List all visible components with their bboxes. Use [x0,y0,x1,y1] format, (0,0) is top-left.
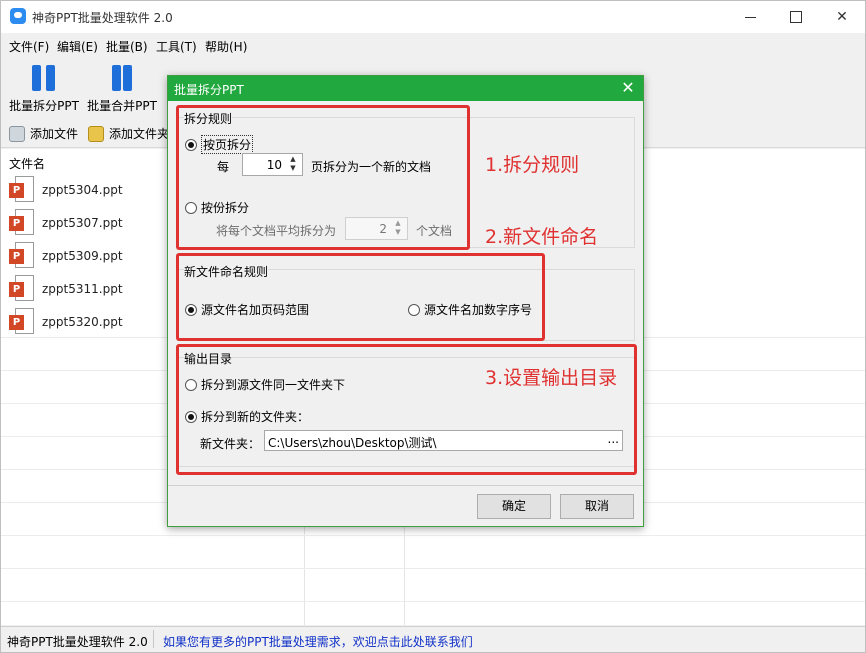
annotation-box-naming [176,253,545,341]
menu-bar: 文件(F) 编辑(E) 批量(B) 工具(T) 帮助(H) [1,34,865,56]
window-title: 神奇PPT批量处理软件 2.0 [32,11,173,25]
ppt-file-icon: P [9,275,35,303]
column-header-filename[interactable]: 文件名 [9,155,45,172]
status-app-name: 神奇PPT批量处理软件 2.0 [7,635,148,649]
menu-edit[interactable]: 编辑(E) [57,38,98,55]
add-file-button[interactable]: 添加文件 [9,125,78,142]
file-row[interactable]: P zppt5311.ppt [9,274,123,304]
file-name: zppt5320.ppt [42,315,123,329]
maximize-button[interactable] [773,1,819,33]
row-divider [1,601,865,602]
ppt-file-icon: P [9,176,35,204]
status-bar: 神奇PPT批量处理软件 2.0 如果您有更多的PPT批量处理需求，欢迎点击此处联… [1,626,865,652]
file-name: zppt5304.ppt [42,183,123,197]
annotation-note-naming: 2.新文件命名 [485,226,599,248]
menu-file[interactable]: 文件(F) [9,38,49,55]
merge-ppt-label: 批量合并PPT [87,99,157,113]
split-ppt-button[interactable]: 批量拆分PPT [7,63,81,119]
minimize-button[interactable] [727,1,773,33]
add-folder-icon [88,125,104,142]
cancel-button[interactable]: 取消 [560,494,634,519]
status-divider [153,630,154,648]
annotation-box-split-rule [176,105,470,250]
dialog-title-bar: 批量拆分PPT ✕ [168,76,643,101]
split-icon [30,63,58,93]
menu-batch[interactable]: 批量(B) [106,38,148,55]
dialog-divider [168,485,643,486]
row-divider [1,535,865,536]
file-row[interactable]: P zppt5304.ppt [9,175,123,205]
add-file-label: 添加文件 [30,127,79,141]
file-row[interactable]: P zppt5309.ppt [9,241,123,271]
app-logo-icon [10,8,26,24]
file-row[interactable]: P zppt5320.ppt [9,307,123,337]
dialog-close-icon[interactable]: ✕ [617,78,639,98]
annotation-note-output: 3.设置输出目录 [485,367,618,389]
ppt-file-icon: P [9,209,35,237]
file-name: zppt5311.ppt [42,282,123,296]
ppt-file-icon: P [9,242,35,270]
add-file-icon [9,125,25,142]
ppt-file-icon: P [9,308,35,336]
merge-icon [108,63,136,93]
file-row[interactable]: P zppt5307.ppt [9,208,123,238]
annotation-note-split-rule: 1.拆分规则 [485,154,580,176]
add-folder-button[interactable]: 添加文件夹 [88,125,169,142]
add-folder-label: 添加文件夹 [109,127,170,141]
file-name: zppt5307.ppt [42,216,123,230]
dialog-title: 批量拆分PPT [174,83,244,97]
ok-button[interactable]: 确定 [477,494,551,519]
file-name: zppt5309.ppt [42,249,123,263]
menu-tools[interactable]: 工具(T) [156,38,197,55]
menu-help[interactable]: 帮助(H) [205,38,247,55]
title-bar: 神奇PPT批量处理软件 2.0 ✕ [1,1,865,33]
split-ppt-label: 批量拆分PPT [9,99,79,113]
app-window: 神奇PPT批量处理软件 2.0 ✕ 文件(F) 编辑(E) 批量(B) 工具(T… [0,0,866,653]
merge-ppt-button[interactable]: 批量合并PPT [85,63,159,119]
row-divider [1,568,865,569]
close-button[interactable]: ✕ [819,1,865,33]
contact-link[interactable]: 如果您有更多的PPT批量处理需求，欢迎点击此处联系我们 [163,633,473,650]
